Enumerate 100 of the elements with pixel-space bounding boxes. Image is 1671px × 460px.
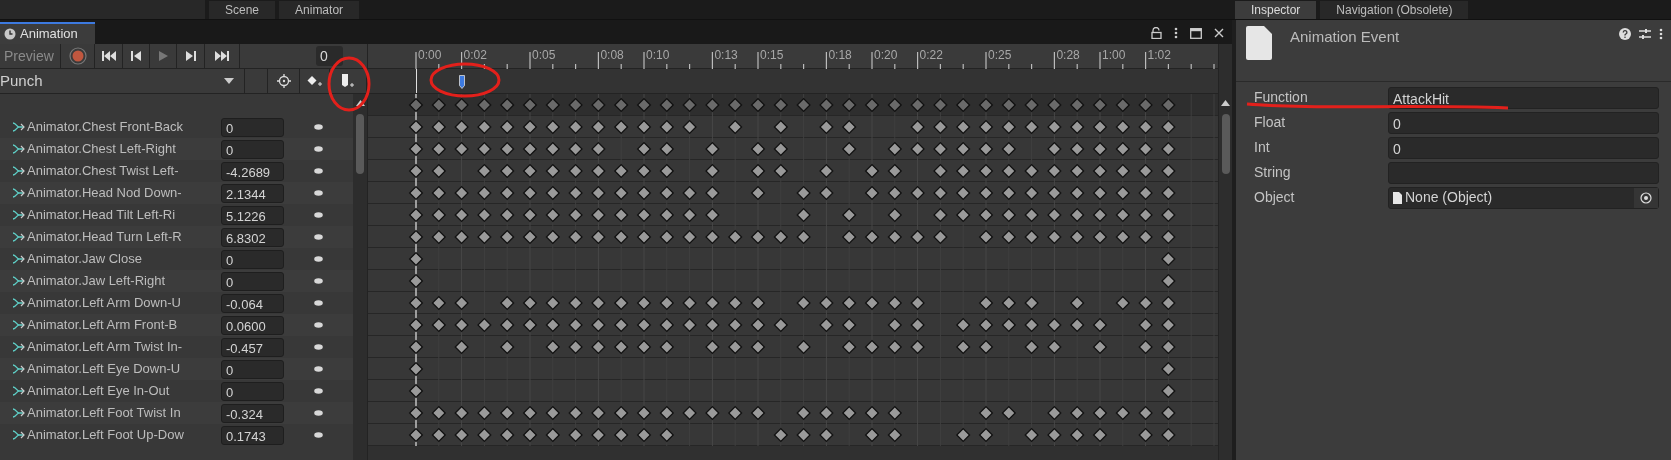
dot-icon[interactable] xyxy=(314,432,323,438)
keyframe[interactable] xyxy=(682,97,697,113)
dot-icon[interactable] xyxy=(314,168,323,174)
keyframe[interactable] xyxy=(1138,427,1153,443)
keyframe[interactable] xyxy=(1001,97,1017,113)
keyframe[interactable] xyxy=(887,229,903,245)
keyframe[interactable] xyxy=(910,97,925,113)
keyframe[interactable] xyxy=(841,339,857,355)
keyframe[interactable] xyxy=(910,339,925,355)
keyframe[interactable] xyxy=(1001,229,1017,245)
keyframe[interactable] xyxy=(727,97,743,113)
keyframe[interactable] xyxy=(910,317,925,333)
keyframe[interactable] xyxy=(887,339,903,355)
keyframe[interactable] xyxy=(1138,207,1153,223)
keyframe[interactable] xyxy=(705,97,720,113)
keyframe[interactable] xyxy=(477,405,492,421)
keyframe[interactable] xyxy=(1024,317,1039,333)
keyframe[interactable] xyxy=(591,141,606,157)
value-field[interactable]: -4.2689 xyxy=(221,161,284,181)
keyframe[interactable] xyxy=(682,295,697,311)
property-name[interactable]: Animator.Chest Twist Left- xyxy=(27,161,221,181)
keyframe[interactable] xyxy=(705,295,720,311)
keyframe[interactable] xyxy=(1047,427,1062,443)
keyframe[interactable] xyxy=(727,317,743,333)
keyframe[interactable] xyxy=(613,207,629,223)
keyframe[interactable] xyxy=(1115,295,1131,311)
keyframe[interactable] xyxy=(1069,295,1085,311)
keyframe[interactable] xyxy=(591,119,606,135)
keyframe[interactable] xyxy=(1115,207,1131,223)
property-name[interactable]: Animator.Head Turn Left-R xyxy=(27,227,221,247)
keyframe[interactable] xyxy=(454,119,469,135)
keyframe[interactable] xyxy=(1138,97,1153,113)
keyframe[interactable] xyxy=(1001,207,1017,223)
inspector-tab[interactable]: Navigation (Obsolete) xyxy=(1320,1,1469,19)
property-name[interactable]: Animator.Left Eye In-Out xyxy=(27,381,221,401)
keyframe[interactable] xyxy=(910,141,925,157)
keyframe[interactable] xyxy=(659,427,675,443)
keyframe[interactable] xyxy=(1001,141,1017,157)
keyframe[interactable] xyxy=(477,317,492,333)
keyframe[interactable] xyxy=(1161,295,1176,311)
object-picker-button[interactable] xyxy=(1634,187,1658,208)
keyframe[interactable] xyxy=(1161,185,1176,201)
keyframe[interactable] xyxy=(887,295,903,311)
scroll-up-icon[interactable] xyxy=(1221,100,1230,106)
keyframe[interactable] xyxy=(1047,163,1062,179)
keyframe[interactable] xyxy=(1069,163,1085,179)
keyframe[interactable] xyxy=(659,317,675,333)
keyframe[interactable] xyxy=(819,97,834,113)
keyframe[interactable] xyxy=(955,141,971,157)
keyframe[interactable] xyxy=(1161,207,1176,223)
keyframe[interactable] xyxy=(933,185,948,201)
keyframe[interactable] xyxy=(819,427,834,443)
event-marker[interactable] xyxy=(458,75,465,89)
keyframe[interactable] xyxy=(454,405,469,421)
keyframe[interactable] xyxy=(431,163,447,179)
keyframe[interactable] xyxy=(796,295,811,311)
keyframe[interactable] xyxy=(454,295,469,311)
value-field[interactable]: 5.1226 xyxy=(221,205,284,225)
keyframe[interactable] xyxy=(545,141,561,157)
keyframe[interactable] xyxy=(477,207,492,223)
keyframe[interactable] xyxy=(841,119,857,135)
keyframe[interactable] xyxy=(591,185,606,201)
keyframe[interactable] xyxy=(659,185,675,201)
keyframe[interactable] xyxy=(454,229,469,245)
keyframe[interactable] xyxy=(841,405,857,421)
keyframe[interactable] xyxy=(1161,361,1176,377)
keyframe[interactable] xyxy=(591,317,606,333)
keyframe[interactable] xyxy=(613,229,629,245)
keyframe[interactable] xyxy=(887,317,903,333)
editor-tab[interactable]: Scene xyxy=(209,1,276,19)
keyframe[interactable] xyxy=(1115,185,1131,201)
keyframe[interactable] xyxy=(705,185,720,201)
keyframe[interactable] xyxy=(796,427,811,443)
property-name[interactable]: Animator.Left Eye Down-U xyxy=(27,359,221,379)
value-field[interactable]: -0.324 xyxy=(221,403,284,423)
keyframe[interactable] xyxy=(910,295,925,311)
keyframe[interactable] xyxy=(1047,141,1062,157)
keyframe[interactable] xyxy=(431,119,447,135)
keyframe[interactable] xyxy=(1069,185,1085,201)
keyframe[interactable] xyxy=(1138,405,1153,421)
value-field[interactable]: 0 xyxy=(221,117,284,137)
keyframe[interactable] xyxy=(933,141,948,157)
keyframe[interactable] xyxy=(477,229,492,245)
keyframe[interactable] xyxy=(1138,295,1153,311)
keyframe[interactable] xyxy=(591,163,606,179)
keyframe[interactable] xyxy=(705,207,720,223)
keyframe[interactable] xyxy=(773,163,789,179)
keyframe[interactable] xyxy=(819,119,834,135)
keyframe[interactable] xyxy=(841,97,857,113)
keyframe[interactable] xyxy=(1138,317,1153,333)
input-field[interactable]: 0 xyxy=(1388,111,1659,134)
keyframe[interactable] xyxy=(591,339,606,355)
keyframe[interactable] xyxy=(591,405,606,421)
input-field[interactable]: 0 xyxy=(1388,136,1659,159)
keyframe[interactable] xyxy=(887,97,903,113)
keyframe[interactable] xyxy=(1069,317,1085,333)
property-name[interactable]: Animator.Left Arm Down-U xyxy=(27,293,221,313)
input-field[interactable]: AttackHit xyxy=(1388,86,1659,109)
keyframe[interactable] xyxy=(499,295,515,311)
dot-icon[interactable] xyxy=(314,388,323,394)
